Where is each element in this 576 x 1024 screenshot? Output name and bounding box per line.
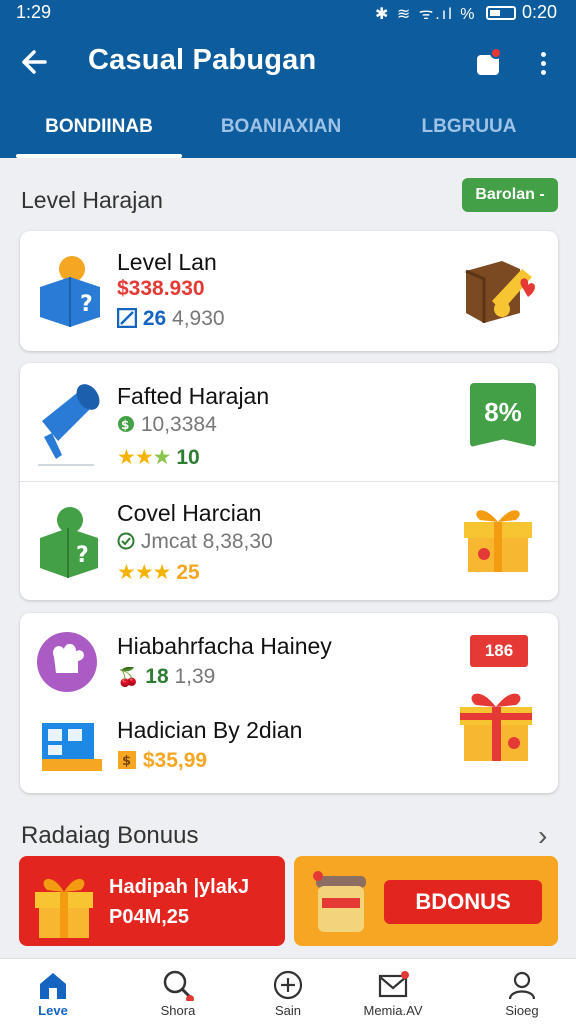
nav-label: Sioeg — [505, 1003, 539, 1018]
calendar-box-icon — [42, 723, 102, 771]
search-icon — [163, 970, 194, 1001]
home-icon — [40, 973, 66, 999]
rating-value: 10 — [176, 446, 200, 469]
tab-boaniaxian[interactable]: BOANIAXIAN — [198, 116, 364, 138]
item-title: Hiabahrfacha Hainey — [117, 633, 332, 659]
value-text: $35,99 — [142, 749, 208, 772]
nav-profile[interactable]: Sioeg — [474, 959, 570, 1024]
status-time: 1:29 — [16, 2, 52, 22]
chevron-right-icon[interactable]: › — [538, 820, 547, 852]
list-item[interactable]: Fafted Harajan $ 10,3384 ★★★ 10 8% — [20, 363, 558, 481]
svg-text:?: ? — [80, 292, 93, 317]
notification-icon[interactable] — [475, 47, 503, 77]
item-count: 26 4,930 — [116, 307, 225, 331]
profile-icon — [508, 971, 536, 1000]
bottom-navigation: Leve Shora Sain Memia.AV Sioeg — [0, 958, 576, 1024]
filter-dropdown-button[interactable]: Barolan - — [462, 178, 558, 212]
battery-icon — [486, 6, 516, 20]
nav-add[interactable]: Sain — [240, 959, 336, 1024]
item-value: $ $35,99 — [117, 749, 207, 773]
mail-icon — [378, 971, 409, 998]
price-value: $338.930 — [117, 277, 205, 300]
bundle-card: Hiabahrfacha Hainey 🍒 18 1,39 186 Hadici… — [20, 613, 558, 793]
more-options-icon[interactable] — [532, 48, 556, 78]
tab-indicator — [16, 154, 182, 158]
svg-text:$: $ — [121, 418, 129, 432]
jar-icon — [313, 871, 366, 932]
gift-box-icon — [464, 510, 532, 572]
promo-subtitle: P04M,25 — [109, 906, 190, 928]
item-value: 🍒 18 1,39 — [117, 665, 215, 689]
rating-value: 25 — [176, 561, 200, 584]
promo-banner-bonus[interactable]: BDONUS — [294, 856, 558, 946]
back-arrow-icon[interactable] — [18, 46, 48, 78]
tab-lbgruua[interactable]: LBGRUUA — [386, 116, 552, 138]
item-title: Fafted Harajan — [117, 383, 270, 409]
plus-circle-icon — [273, 970, 303, 1000]
svg-text:$: $ — [122, 754, 131, 769]
bonus-button[interactable]: BDONUS — [384, 880, 542, 924]
cherry-icon: 🍒 — [117, 667, 140, 687]
item-title: Level Lan — [117, 249, 217, 275]
rating-stars: ★★★ — [117, 446, 171, 469]
section-title: Level Harajan — [21, 187, 163, 213]
item-rating: ★★★ 25 — [117, 560, 200, 585]
nav-search[interactable]: Shora — [130, 959, 226, 1024]
nav-home[interactable]: Leve — [5, 959, 101, 1024]
value-rest: 1,39 — [174, 665, 216, 688]
treasure-chest-icon — [465, 261, 535, 323]
gift-box-icon — [460, 693, 532, 761]
app-header: 1:29 ✱ ≋ ᯤ.ıl % 0:20 Casual Pabugan BOND… — [0, 0, 576, 158]
discount-badge: 8% — [470, 383, 536, 447]
promo-banner-gift[interactable]: Hadipah |ylakJ P04M,25 — [19, 856, 285, 946]
list-item[interactable]: ? Covel Harcian Jmcat 8,38,30 ★★★ 25 — [20, 482, 558, 600]
tab-bondiinab[interactable]: BONDIINAB — [16, 116, 182, 138]
status-bar: 1:29 ✱ ≋ ᯤ.ıl % 0:20 — [0, 0, 576, 28]
mystery-box-icon: ? — [40, 507, 98, 578]
item-title: Covel Harcian — [117, 500, 262, 526]
value-text: 10,3384 — [140, 413, 217, 436]
rating-stars: ★★★ — [117, 561, 171, 584]
checkbox-icon — [116, 307, 138, 329]
item-title: Hadician By 2dian — [117, 717, 303, 743]
nav-messages[interactable]: Memia.AV — [345, 959, 441, 1024]
tag-icon: $ — [118, 751, 136, 769]
level-card[interactable]: ? Level Lan $338.930 26 4,930 — [20, 231, 558, 351]
nav-label: Leve — [38, 1003, 68, 1018]
tab-bar: BONDIINAB BOANIAXIAN LBGRUUA — [0, 98, 576, 158]
item-value: $ 10,3384 — [117, 413, 217, 437]
check-circle-icon — [117, 532, 135, 550]
count-badge: 186 — [470, 635, 528, 667]
status-clock: 0:20 — [522, 2, 558, 22]
nav-label: Sain — [274, 1003, 302, 1018]
page-title: Casual Pabugan — [88, 44, 317, 76]
value-text: Jmcat 8,38,30 — [140, 530, 273, 553]
item-value: Jmcat 8,38,30 — [117, 530, 273, 554]
chef-avatar-icon — [37, 632, 97, 692]
item-rating: ★★★ 10 — [117, 445, 200, 470]
status-icons: ✱ ≋ ᯤ.ıl % — [375, 6, 477, 23]
harajan-card: Fafted Harajan $ 10,3384 ★★★ 10 8% ? Cov… — [20, 363, 558, 600]
coin-icon: $ — [118, 416, 134, 432]
nav-label: Memia.AV — [363, 1003, 423, 1018]
megaphone-icon — [38, 384, 100, 466]
svg-text:?: ? — [76, 543, 89, 568]
item-price: $338.930 — [117, 277, 205, 301]
nav-label: Shora — [160, 1003, 196, 1018]
promo-title: Hadipah |ylakJ — [109, 876, 250, 898]
value-bold: 18 — [145, 665, 169, 688]
bonus-section-title: Radaiag Bonuus — [21, 822, 199, 849]
count-value: 26 — [142, 307, 167, 330]
gift-box-icon — [35, 878, 93, 938]
mystery-box-icon: ? — [40, 256, 100, 327]
app-bar: Casual Pabugan — [0, 32, 576, 94]
count-rest: 4,930 — [172, 307, 225, 330]
